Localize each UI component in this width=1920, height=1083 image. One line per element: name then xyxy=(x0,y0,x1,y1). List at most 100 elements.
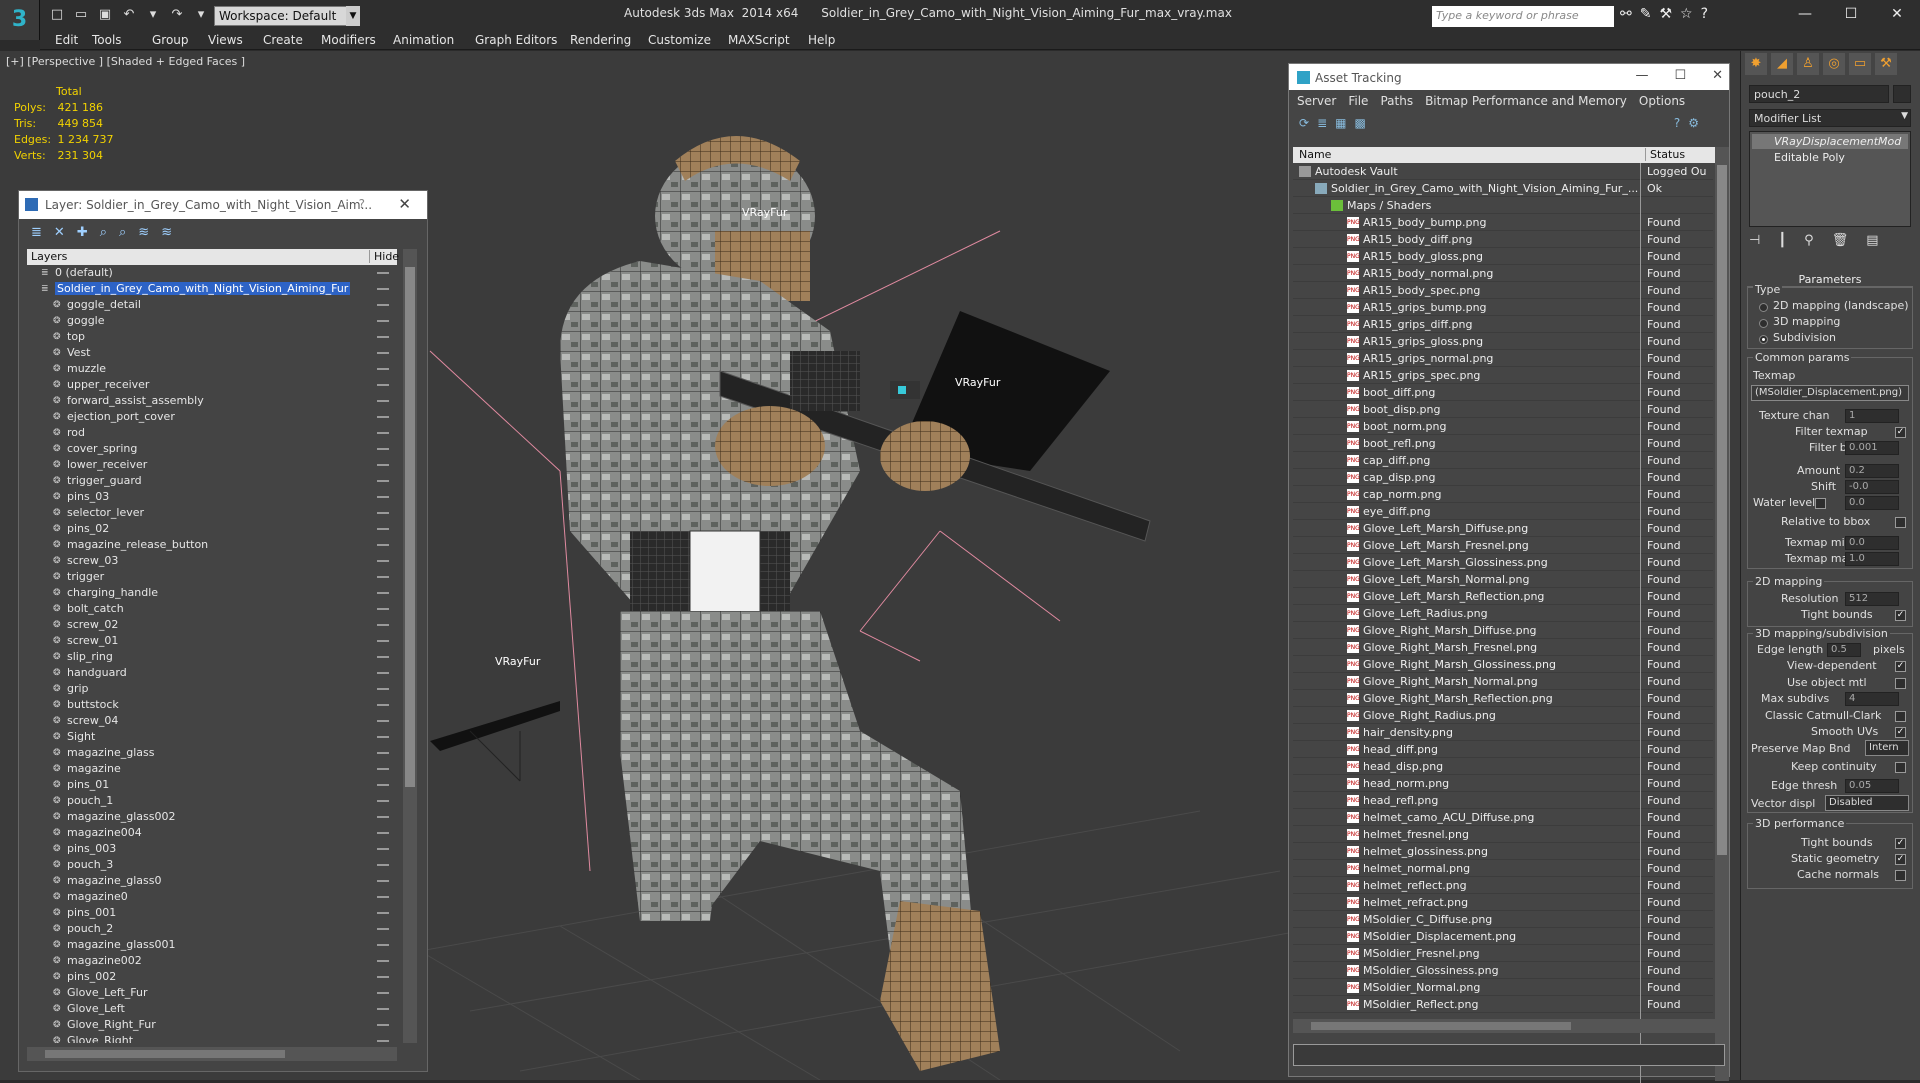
delete-layer-icon[interactable]: ✕ xyxy=(54,225,65,243)
utilities-tab-icon[interactable]: ⚒ xyxy=(1875,53,1897,75)
layer-row[interactable]: ❂ magazine002 xyxy=(27,953,397,969)
asset-row[interactable]: PNG AR15_body_bump.png Found xyxy=(1293,214,1713,231)
asset-row[interactable]: PNG cap_disp.png Found xyxy=(1293,469,1713,486)
hide-toggle[interactable] xyxy=(377,992,389,994)
relative-bbox-checkbox[interactable] xyxy=(1895,517,1906,528)
hide-toggle[interactable] xyxy=(377,352,389,354)
hide-toggle[interactable] xyxy=(377,416,389,418)
asset-row[interactable]: PNG AR15_grips_diff.png Found xyxy=(1293,316,1713,333)
hide-all-layers-icon[interactable]: ≋ xyxy=(161,225,172,243)
asset-row[interactable]: PNG AR15_body_diff.png Found xyxy=(1293,231,1713,248)
hide-toggle[interactable] xyxy=(377,976,389,978)
redo-dropdown-icon[interactable]: ▾ xyxy=(192,6,210,24)
menu-rendering[interactable]: Rendering xyxy=(570,33,631,47)
asset-row[interactable]: PNG AR15_body_gloss.png Found xyxy=(1293,248,1713,265)
hide-toggle[interactable] xyxy=(377,272,389,274)
smooth-uvs-checkbox[interactable]: ✓ xyxy=(1895,727,1906,738)
asset-row[interactable]: PNG head_disp.png Found xyxy=(1293,758,1713,775)
layer-row[interactable]: ❂ pins_003 xyxy=(27,841,397,857)
display-tab-icon[interactable]: ▭ xyxy=(1849,53,1871,75)
asset-row[interactable]: PNG cap_norm.png Found xyxy=(1293,486,1713,503)
hide-toggle[interactable] xyxy=(377,880,389,882)
hide-toggle[interactable] xyxy=(377,480,389,482)
hide-toggle[interactable] xyxy=(377,432,389,434)
hide-toggle[interactable] xyxy=(377,624,389,626)
list-view-icon[interactable]: ≣ xyxy=(1317,116,1327,132)
layer-row[interactable]: ❂ buttstock xyxy=(27,697,397,713)
hide-toggle[interactable] xyxy=(377,752,389,754)
layer-row[interactable]: ❂ Sight xyxy=(27,729,397,745)
hide-toggle[interactable] xyxy=(377,560,389,562)
refresh-icon[interactable]: ⟳ xyxy=(1299,116,1309,132)
highlight-layer-icon[interactable]: ≋ xyxy=(138,225,149,243)
asset-row[interactable]: PNG eye_diff.png Found xyxy=(1293,503,1713,520)
hide-toggle[interactable] xyxy=(377,832,389,834)
layer-row[interactable]: ❂ top xyxy=(27,329,397,345)
hide-toggle[interactable] xyxy=(377,736,389,738)
add-to-layer-icon[interactable]: ✚ xyxy=(77,225,88,243)
classic-catmull-clark-checkbox[interactable] xyxy=(1895,711,1906,722)
layer-row[interactable]: ❂ grip xyxy=(27,681,397,697)
select-objects-icon[interactable]: ⌕ xyxy=(100,225,107,243)
layer-row[interactable]: ❂ Glove_Right_Fur xyxy=(27,1017,397,1033)
star-icon[interactable]: ☆ xyxy=(1680,6,1693,22)
static-geometry-checkbox[interactable]: ✓ xyxy=(1895,854,1906,865)
asset-row[interactable]: PNG Glove_Right_Marsh_Glossiness.png Found xyxy=(1293,656,1713,673)
close-icon[interactable]: ✕ xyxy=(1874,0,1920,30)
open-file-icon[interactable]: ▭ xyxy=(72,6,90,24)
redo-icon[interactable]: ↷ xyxy=(168,6,186,24)
modifier-list-dropdown[interactable]: Modifier List ▼ xyxy=(1749,109,1911,127)
layer-row[interactable]: ❂ Glove_Left_Fur xyxy=(27,985,397,1001)
asset-row[interactable]: Soldier_in_Grey_Camo_with_Night_Vision_A… xyxy=(1293,180,1713,197)
hide-toggle[interactable] xyxy=(377,1008,389,1010)
hide-toggle[interactable] xyxy=(377,464,389,466)
layer-row[interactable]: ❂ lower_receiver xyxy=(27,457,397,473)
resolution-input[interactable]: 512 xyxy=(1845,592,1899,606)
layer-row[interactable]: ❂ magazine_glass001 xyxy=(27,937,397,953)
asset-row[interactable]: PNG helmet_camo_ACU_Diffuse.png Found xyxy=(1293,809,1713,826)
asset-row[interactable]: PNG head_diff.png Found xyxy=(1293,741,1713,758)
hide-toggle[interactable] xyxy=(377,912,389,914)
layer-row[interactable]: ❂ pouch_2 xyxy=(27,921,397,937)
motion-tab-icon[interactable]: ◎ xyxy=(1823,53,1845,75)
make-unique-icon[interactable]: ⚲ xyxy=(1804,233,1814,248)
asset-row[interactable]: PNG boot_diff.png Found xyxy=(1293,384,1713,401)
layer-row[interactable]: ❂ magazine004 xyxy=(27,825,397,841)
filter-blur-input[interactable]: 0.001 xyxy=(1845,441,1899,455)
layer-row[interactable]: ❂ rod xyxy=(27,425,397,441)
asset-row[interactable]: PNG Glove_Right_Marsh_Fresnel.png Found xyxy=(1293,639,1713,656)
hierarchy-tab-icon[interactable]: ♙ xyxy=(1797,53,1819,75)
stack-item-editable-poly[interactable]: Editable Poly xyxy=(1752,150,1908,165)
max-subdivs-input[interactable]: 4 xyxy=(1845,692,1899,706)
perf-tight-bounds-checkbox[interactable]: ✓ xyxy=(1895,838,1906,849)
hide-toggle[interactable] xyxy=(377,592,389,594)
layer-row[interactable]: ❂ magazine0 xyxy=(27,889,397,905)
asset-row[interactable]: PNG head_norm.png Found xyxy=(1293,775,1713,792)
water-level-input[interactable]: 0.0 xyxy=(1845,496,1899,510)
asset-row[interactable]: PNG Glove_Right_Marsh_Reflection.png Found xyxy=(1293,690,1713,707)
create-tab-icon[interactable]: ✸ xyxy=(1745,53,1767,75)
hide-toggle[interactable] xyxy=(377,720,389,722)
layer-row[interactable]: ❂ pouch_1 xyxy=(27,793,397,809)
asset-row[interactable]: Autodesk Vault Logged Ou xyxy=(1293,163,1713,180)
layer-row[interactable]: ❂ muzzle xyxy=(27,361,397,377)
hide-toggle[interactable] xyxy=(377,784,389,786)
asset-row[interactable]: PNG boot_norm.png Found xyxy=(1293,418,1713,435)
hide-toggle[interactable] xyxy=(377,672,389,674)
asset-row[interactable]: PNG MSoldier_C_Diffuse.png Found xyxy=(1293,911,1713,928)
configure-sets-icon[interactable]: ▤ xyxy=(1866,233,1878,248)
asset-row[interactable]: PNG Glove_Left_Marsh_Fresnel.png Found xyxy=(1293,537,1713,554)
layer-row[interactable]: ❂ upper_receiver xyxy=(27,377,397,393)
asset-row[interactable]: PNG AR15_grips_bump.png Found xyxy=(1293,299,1713,316)
menu-modifiers[interactable]: Modifiers xyxy=(321,33,376,47)
binoculars-icon[interactable]: ⚯ xyxy=(1620,6,1632,22)
menu-graph-editors[interactable]: Graph Editors xyxy=(475,33,557,47)
asset-row[interactable]: PNG Glove_Right_Marsh_Diffuse.png Found xyxy=(1293,622,1713,639)
layer-row[interactable]: ❂ bolt_catch xyxy=(27,601,397,617)
asset-row[interactable]: PNG AR15_body_spec.png Found xyxy=(1293,282,1713,299)
asset-row[interactable]: PNG cap_diff.png Found xyxy=(1293,452,1713,469)
hide-toggle[interactable] xyxy=(377,848,389,850)
asset-row[interactable]: PNG head_refl.png Found xyxy=(1293,792,1713,809)
thumbnail-view-icon[interactable]: ▦ xyxy=(1335,116,1346,132)
layer-row[interactable]: ❂ Glove_Right xyxy=(27,1033,397,1043)
